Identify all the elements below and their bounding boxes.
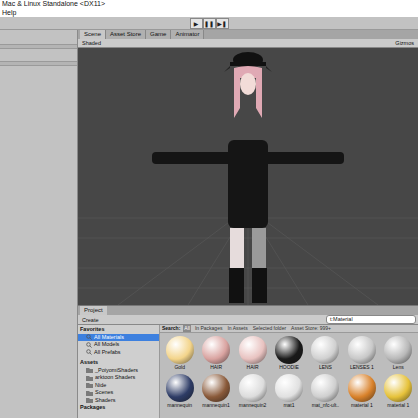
play-control-button[interactable]: ▶❚ <box>216 18 229 29</box>
material-item[interactable]: mat1 <box>272 374 305 409</box>
scene-tab[interactable]: Animator <box>171 30 204 39</box>
material-item[interactable]: Lens <box>382 336 415 371</box>
asset-folder[interactable]: Scenes <box>78 389 159 397</box>
shading-dropdown[interactable]: Shaded <box>80 39 103 47</box>
filter-label: Search: <box>162 325 180 332</box>
filter-option[interactable]: In Assets <box>226 325 248 332</box>
material-preview-icon <box>202 336 230 364</box>
material-item[interactable]: LENS <box>309 336 342 371</box>
folder-icon <box>86 367 93 373</box>
filter-option[interactable]: Selected folder <box>252 325 287 332</box>
scene-tab[interactable]: Game <box>146 30 171 39</box>
search-icon <box>86 334 92 340</box>
play-control-button[interactable]: ▶ <box>190 18 203 29</box>
material-preview-icon <box>275 336 303 364</box>
toolbar: ▶❚❚▶❚ <box>0 17 418 30</box>
material-name: material 1 <box>351 402 373 409</box>
favorites-header[interactable]: Favorites <box>78 326 159 334</box>
material-preview-icon <box>311 336 339 364</box>
scene-tabs: SceneAsset StoreGameAnimator <box>78 30 418 39</box>
material-item[interactable]: mannequin1 <box>199 374 232 409</box>
material-name: Lens <box>393 364 404 371</box>
material-item[interactable]: HAIR <box>199 336 232 371</box>
folder-icon <box>86 375 93 381</box>
material-name: HAIR <box>247 364 259 371</box>
scene-viewport[interactable] <box>78 48 418 305</box>
filter-option[interactable]: Asset Store: 999+ <box>290 325 332 332</box>
scene-toolbar: Shaded Gizmos <box>78 39 418 48</box>
title-bar: Mac & Linux Standalone <DX11> <box>0 0 418 8</box>
filter-option[interactable]: All <box>183 325 191 332</box>
material-preview-icon <box>384 336 412 364</box>
material-name: material 1 <box>387 402 409 409</box>
material-preview-icon <box>348 336 376 364</box>
character-model-icon <box>78 48 418 305</box>
scene-tab[interactable]: Scene <box>80 30 106 39</box>
asset-folder[interactable]: Shaders <box>78 397 159 405</box>
material-preview-icon <box>166 336 194 364</box>
material-item[interactable]: HAIR <box>236 336 269 371</box>
panel-header <box>0 61 77 66</box>
play-control-button[interactable]: ❚❚ <box>203 18 216 29</box>
material-preview-icon <box>348 374 376 402</box>
asset-grid: Search:AllIn PackagesIn Assets Selected f… <box>160 325 418 418</box>
material-preview-icon <box>275 374 303 402</box>
folder-icon <box>86 390 93 396</box>
scene-tab[interactable]: Asset Store <box>106 30 146 39</box>
assets-header[interactable]: Assets <box>78 359 159 367</box>
material-item[interactable]: mannequin2 <box>236 374 269 409</box>
asset-folder[interactable]: _PoiyomiShaders <box>78 367 159 375</box>
material-name: mannequin1 <box>202 402 230 409</box>
search-filters: Search:AllIn PackagesIn Assets Selected f… <box>160 325 418 333</box>
material-name: mat_nfc-ult.. <box>312 402 340 409</box>
material-item[interactable]: material 1 <box>382 374 415 409</box>
packages-header[interactable]: Packages <box>78 404 159 412</box>
material-item[interactable]: LENSES 1 <box>345 336 378 371</box>
scene-panel: SceneAsset StoreGameAnimatorShadedGizmos <box>78 30 418 305</box>
unity-editor: Mac & Linux Standalone <DX11>Help▶❚❚▶❚Sc… <box>0 0 418 418</box>
favorite-item[interactable]: All Models <box>78 341 159 349</box>
material-name: HAIR <box>210 364 222 371</box>
search-icon <box>86 342 92 348</box>
material-item[interactable]: mat_nfc-ult.. <box>309 374 342 409</box>
material-item[interactable]: HOODIE <box>272 336 305 371</box>
material-name: LENSES 1 <box>350 364 374 371</box>
project-panel: ProjectCreate t:Material FavoritesAll Mate… <box>78 305 418 418</box>
material-name: mannequin <box>167 402 192 409</box>
material-name: mat1 <box>283 402 294 409</box>
menu-item[interactable]: Help <box>2 8 16 17</box>
material-preview-icon <box>239 374 267 402</box>
project-tree: FavoritesAll MaterialsAll ModelsAll Pref… <box>78 325 160 418</box>
gizmos-dropdown[interactable]: Gizmos <box>393 39 416 47</box>
favorite-item[interactable]: All Materials <box>78 334 159 342</box>
material-preview-icon <box>311 374 339 402</box>
material-item[interactable]: Gold <box>163 336 196 371</box>
material-preview-icon <box>202 374 230 402</box>
asset-folder[interactable]: arktoon Shaders <box>78 374 159 382</box>
panel-header <box>0 44 77 49</box>
material-name: Gold <box>174 364 185 371</box>
filter-option[interactable]: In Packages <box>194 325 224 332</box>
search-icon <box>86 349 92 355</box>
search-field[interactable]: t:Material <box>326 315 416 324</box>
material-name: HOODIE <box>279 364 299 371</box>
asset-folder[interactable]: Nide <box>78 382 159 390</box>
folder-icon <box>86 397 93 403</box>
project-toolbar: Create t:Material <box>78 315 418 325</box>
project-tabs: Project <box>78 306 418 315</box>
project-tab[interactable]: Project <box>80 306 107 315</box>
material-item[interactable]: mannequin <box>163 374 196 409</box>
material-preview-icon <box>239 336 267 364</box>
hierarchy-panel <box>0 30 78 418</box>
menu-bar: Help <box>0 8 418 17</box>
material-preview-icon <box>384 374 412 402</box>
create-dropdown[interactable]: Create <box>80 316 101 324</box>
material-preview-icon <box>166 374 194 402</box>
material-item[interactable]: material 1 <box>345 374 378 409</box>
folder-icon <box>86 382 93 388</box>
favorite-item[interactable]: All Prefabs <box>78 349 159 357</box>
material-name: mannequin2 <box>239 402 267 409</box>
material-name: LENS <box>319 364 332 371</box>
